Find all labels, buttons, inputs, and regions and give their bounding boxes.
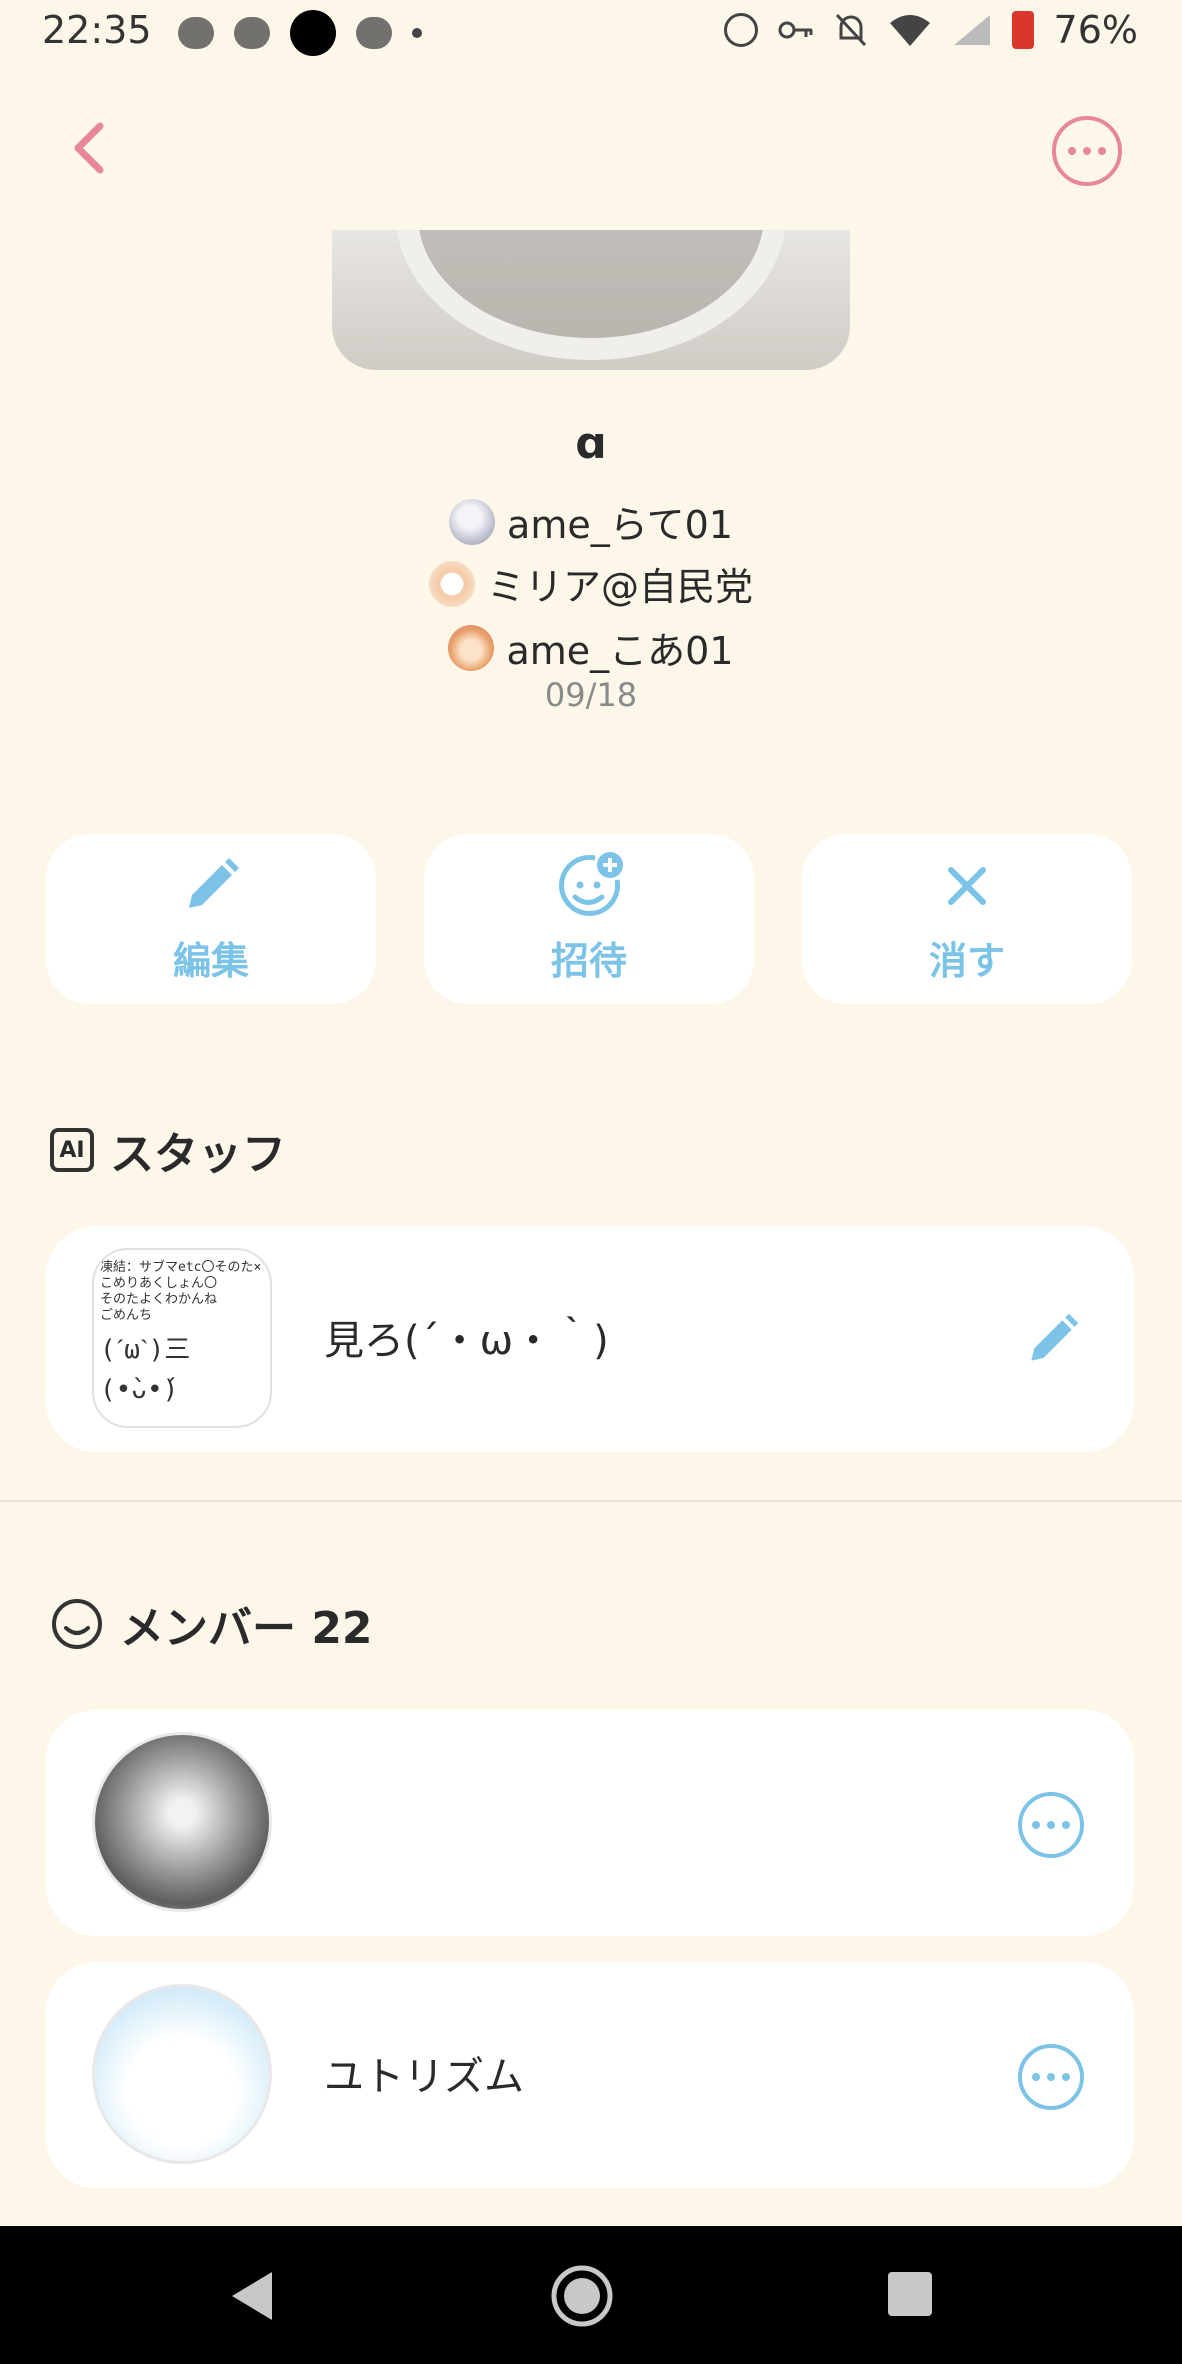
members-heading-label: メンバー 22 — [120, 1603, 373, 1654]
staff-thumbnail-text: 凍結：サブマetc〇そのた× こめりあくしょん〇 そのたよくわかんね ごめんち … — [100, 1260, 262, 1405]
status-time: 22:35 — [42, 8, 152, 52]
invite-button[interactable]: 招待 — [424, 834, 754, 1004]
cloud-icon — [356, 17, 392, 49]
avatar — [92, 1732, 272, 1912]
delete-button-label: 消す — [928, 939, 1005, 983]
avatar — [448, 624, 495, 671]
owner-name: ミリア@自民党 — [486, 565, 753, 609]
members-heading: メンバー 22 — [50, 1592, 373, 1656]
section-divider — [0, 1500, 1182, 1502]
signal-icon — [953, 15, 990, 45]
more-icon[interactable] — [1018, 1792, 1084, 1858]
invite-icon — [559, 852, 623, 916]
group-date: 09/18 — [544, 676, 638, 714]
avatar — [449, 498, 496, 545]
status-notification-icons — [178, 10, 422, 56]
weather-icon — [178, 17, 214, 49]
owner-name: ame_こあ01 — [506, 629, 734, 673]
alarm-icon — [723, 13, 758, 47]
owner-row[interactable]: ミリア@自民党 — [0, 556, 1182, 611]
pencil-icon — [189, 858, 239, 908]
status-system-icons: 76% — [723, 8, 1138, 52]
staff-card[interactable]: 凍結：サブマetc〇そのた× こめりあくしょん〇 そのたよくわかんね ごめんち … — [46, 1226, 1134, 1452]
ai-icon: AI — [50, 1128, 94, 1172]
more-icon[interactable] — [1052, 116, 1122, 186]
battery-icon — [1011, 11, 1034, 49]
staff-heading: AI スタッフ — [50, 1118, 286, 1182]
dot-icon — [412, 28, 422, 38]
avatar — [428, 560, 475, 607]
staff-thumbnail: 凍結：サブマetc〇そのた× こめりあくしょん〇 そのたよくわかんね ごめんち … — [92, 1248, 272, 1428]
edit-button[interactable]: 編集 — [46, 834, 376, 1004]
owner-row[interactable]: ame_らて01 — [0, 494, 1182, 549]
battery-percent: 76% — [1053, 8, 1138, 52]
avatar — [92, 1984, 272, 2164]
staff-heading-label: スタッフ — [110, 1129, 286, 1180]
bell-off-icon — [835, 13, 866, 47]
home-nav-icon[interactable] — [550, 2264, 614, 2328]
close-icon — [948, 867, 986, 905]
member-name: ユトリズム — [324, 2054, 524, 2100]
member-card[interactable]: ユトリズム — [46, 1962, 1134, 2188]
camera-hole — [290, 10, 336, 56]
owner-row[interactable]: ame_こあ01 — [0, 620, 1182, 675]
status-bar: 22:35 76% — [0, 0, 1182, 66]
chevron-left-icon[interactable] — [62, 118, 122, 178]
back-nav-icon[interactable] — [228, 2270, 274, 2322]
cloud-icon — [234, 17, 270, 49]
invite-button-label: 招待 — [550, 939, 627, 983]
smile-icon — [52, 1599, 102, 1649]
edit-button-label: 編集 — [172, 939, 249, 983]
group-title: ɑ — [575, 418, 607, 469]
group-cover-image[interactable] — [332, 230, 850, 370]
wifi-icon — [889, 15, 930, 46]
staff-title: 見ろ(´・ω・｀) — [324, 1318, 609, 1364]
pencil-icon[interactable] — [1022, 1310, 1082, 1370]
more-icon[interactable] — [1018, 2044, 1084, 2110]
owner-name: ame_らて01 — [507, 503, 733, 547]
key-icon — [778, 21, 813, 39]
cover-window-graphic — [396, 230, 786, 360]
member-card[interactable]: ￼ — [46, 1710, 1134, 1936]
system-nav-bar — [0, 2226, 1182, 2364]
delete-button[interactable]: 消す — [802, 834, 1132, 1004]
recents-nav-icon[interactable] — [888, 2272, 932, 2316]
